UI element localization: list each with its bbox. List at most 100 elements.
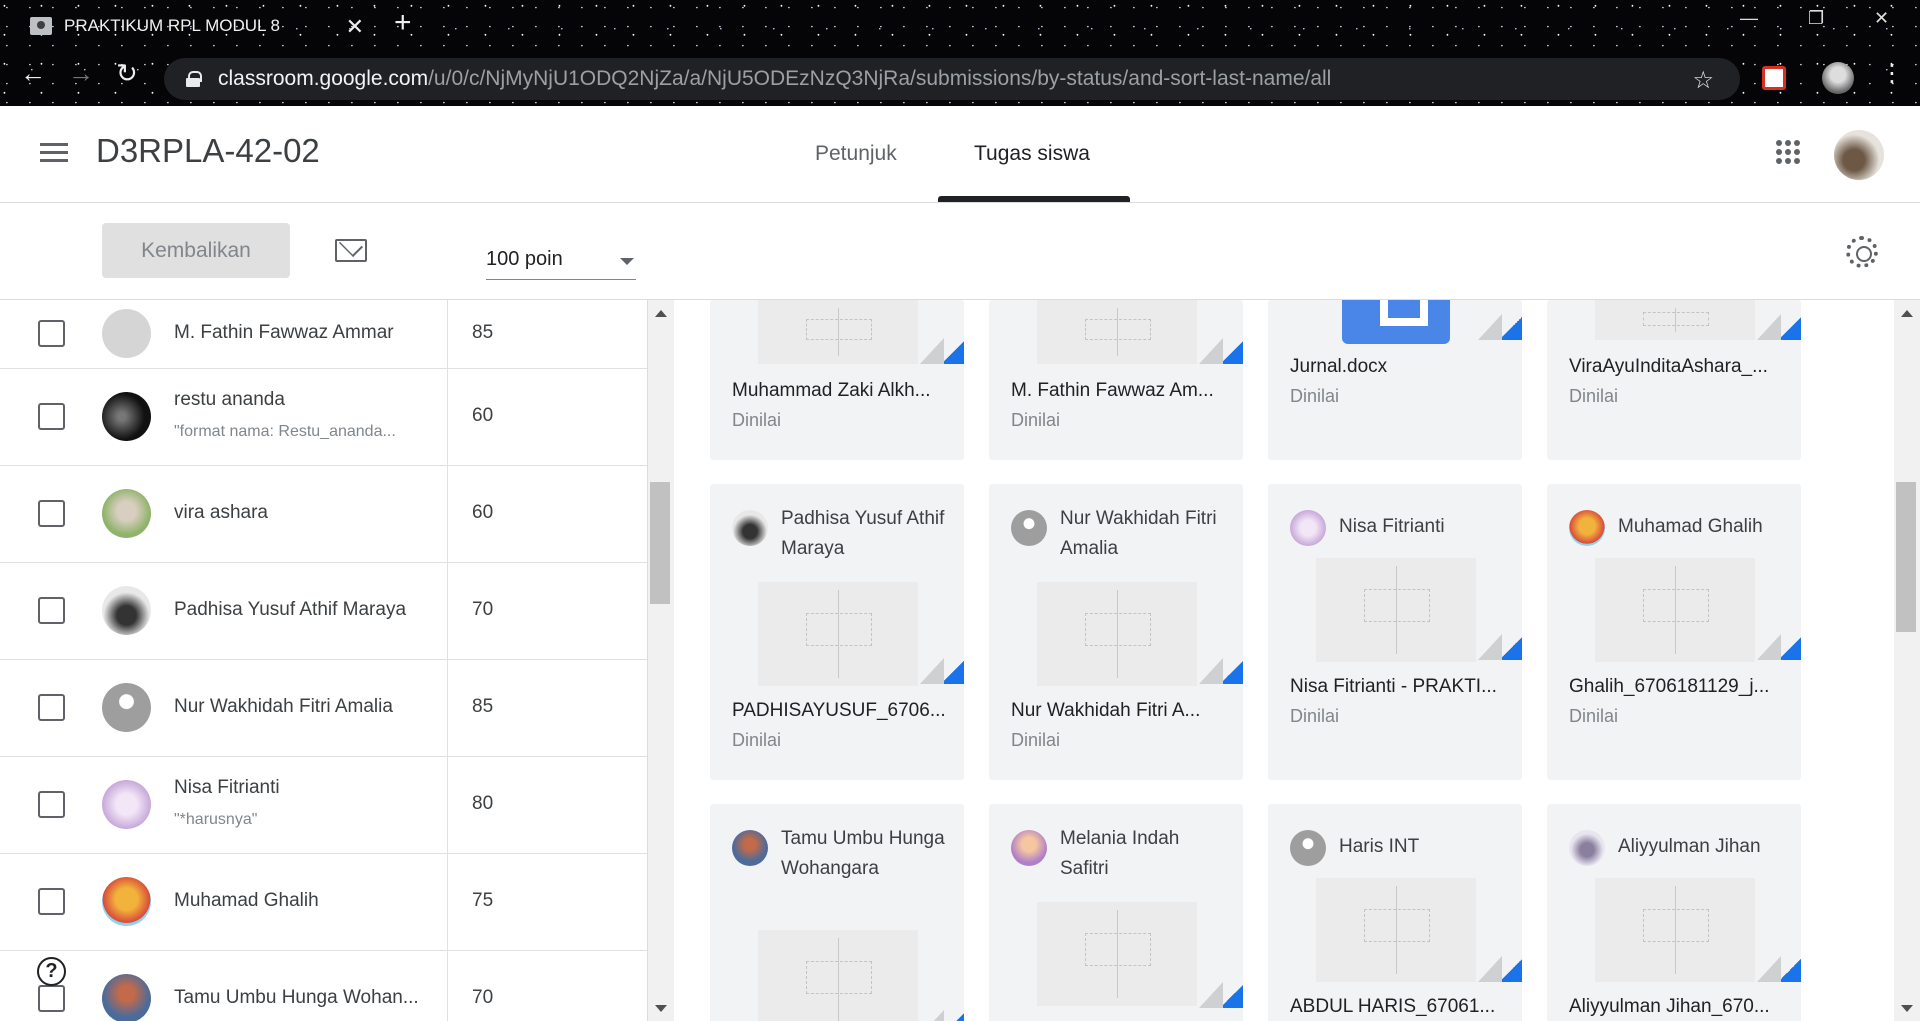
google-apps-icon[interactable]: [1776, 140, 1800, 164]
drive-file-icon: [1478, 634, 1522, 660]
submission-card[interactable]: Nur Wakhidah Fitri Amalia Nur Wakhidah F…: [989, 484, 1243, 780]
student-grade[interactable]: 85: [472, 322, 493, 344]
student-row[interactable]: Nur Wakhidah Fitri Amalia 85: [0, 660, 647, 757]
card-student-name: Padhisa Yusuf Athif Maraya: [781, 508, 945, 559]
tab-petunjuk[interactable]: Petunjuk: [815, 142, 897, 166]
student-avatar: [102, 489, 151, 538]
account-avatar[interactable]: [1834, 130, 1884, 180]
student-grade[interactable]: 60: [472, 502, 493, 524]
student-grade[interactable]: 85: [472, 696, 493, 718]
student-checkbox[interactable]: [38, 791, 65, 818]
grid-scroll-thumb[interactable]: [1896, 482, 1916, 632]
file-name: Muhammad Zaki Alkh...: [732, 380, 931, 401]
drive-file-icon: [1757, 314, 1801, 340]
student-row[interactable]: vira ashara 60: [0, 466, 647, 563]
student-grade[interactable]: 80: [472, 793, 493, 815]
tab-tugas-siswa[interactable]: Tugas siswa: [974, 142, 1090, 166]
student-avatar: [1569, 830, 1605, 866]
return-button[interactable]: Kembalikan: [102, 223, 290, 278]
student-checkbox[interactable]: [38, 320, 65, 347]
tab-close-icon[interactable]: ✕: [346, 14, 364, 40]
forward-arrow-icon[interactable]: →: [68, 60, 94, 86]
new-tab-icon[interactable]: +: [394, 8, 412, 38]
points-select[interactable]: 100 poin: [486, 240, 636, 280]
submission-card[interactable]: ViraAyuInditaAshara_... Dinilai: [1547, 300, 1801, 460]
grid-scrollbar[interactable]: [1894, 300, 1920, 1021]
submission-card[interactable]: Muhammad Zaki Alkh... Dinilai: [710, 300, 964, 460]
submission-card[interactable]: Aliyyulman Jihan Aliyyulman Jihan_670...: [1547, 804, 1801, 1021]
help-icon[interactable]: ?: [37, 957, 66, 986]
drive-file-icon: [920, 658, 964, 684]
submission-status: Dinilai: [1011, 410, 1061, 430]
student-list: M. Fathin Fawwaz Ammar 85 restu ananda "…: [0, 300, 648, 1021]
submission-card[interactable]: Padhisa Yusuf Athif Maraya PADHISAYUSUF_…: [710, 484, 964, 780]
bookmark-star-icon[interactable]: ☆: [1692, 66, 1714, 95]
grid-scroll-down-icon[interactable]: [1901, 1005, 1913, 1012]
submission-card[interactable]: Melania Indah Safitri: [989, 804, 1243, 1021]
back-arrow-icon[interactable]: ←: [20, 60, 46, 86]
dropdown-caret-icon: [620, 258, 634, 265]
submission-card[interactable]: Haris INT ABDUL HARIS_67061...: [1268, 804, 1522, 1021]
extension-icon[interactable]: [1762, 66, 1786, 90]
student-grade[interactable]: 75: [472, 890, 493, 912]
drive-file-icon: [920, 338, 964, 364]
submission-card[interactable]: Nisa Fitrianti Nisa Fitrianti - PRAKTI..…: [1268, 484, 1522, 780]
student-row[interactable]: Tamu Umbu Hunga Wohan... 70: [0, 951, 647, 1021]
browser-tab[interactable]: PRAKTIKUM RPL MODUL 8 ✕: [14, 6, 376, 46]
classroom-favicon-icon: [30, 17, 52, 35]
student-checkbox[interactable]: [38, 985, 65, 1012]
reload-icon[interactable]: ↻: [116, 60, 138, 86]
student-checkbox[interactable]: [38, 403, 65, 430]
points-value: 100 poin: [486, 248, 563, 270]
student-row[interactable]: restu ananda "format nama: Restu_ananda.…: [0, 369, 647, 466]
address-bar[interactable]: classroom.google.com/u/0/c/NjMyNjU1ODQ2N…: [164, 58, 1740, 100]
student-checkbox[interactable]: [38, 597, 65, 624]
submission-card[interactable]: Jurnal.docx Dinilai: [1268, 300, 1522, 460]
student-row[interactable]: Muhamad Ghalih 75: [0, 854, 647, 951]
class-title[interactable]: D3RPLA-42-02: [96, 132, 320, 170]
submission-card[interactable]: Tamu Umbu Hunga Wohangara: [710, 804, 964, 1021]
student-comment: "format nama: Restu_ananda...: [174, 423, 396, 440]
student-checkbox[interactable]: [38, 694, 65, 721]
settings-gear-icon[interactable]: [1846, 236, 1878, 268]
student-name: vira ashara: [174, 502, 268, 523]
scroll-up-icon[interactable]: [655, 310, 667, 317]
restore-icon[interactable]: ❐: [1808, 8, 1824, 29]
student-avatar: [102, 683, 151, 732]
submission-status: Dinilai: [1569, 386, 1619, 406]
submission-card[interactable]: Muhamad Ghalih Ghalih_6706181129_j... Di…: [1547, 484, 1801, 780]
student-grade[interactable]: 60: [472, 405, 493, 427]
student-row[interactable]: Padhisa Yusuf Athif Maraya 70: [0, 563, 647, 660]
student-grade[interactable]: 70: [472, 987, 493, 1009]
window-close-icon[interactable]: ✕: [1874, 8, 1889, 29]
student-avatar: [1290, 830, 1326, 866]
drive-file-icon: [1757, 634, 1801, 660]
grid-scroll-up-icon[interactable]: [1901, 310, 1913, 317]
card-student-name: Nur Wakhidah Fitri Amalia: [1060, 508, 1217, 559]
main-menu-icon[interactable]: [40, 143, 68, 163]
student-checkbox[interactable]: [38, 888, 65, 915]
student-list-scrollbar[interactable]: [648, 300, 674, 1021]
student-list-scroll-thumb[interactable]: [650, 482, 670, 604]
file-thumbnail: [1595, 300, 1755, 340]
browser-menu-icon[interactable]: ⋮: [1880, 62, 1904, 86]
student-name: Muhamad Ghalih: [174, 890, 319, 911]
scroll-down-icon[interactable]: [655, 1005, 667, 1012]
file-name: ViraAyuInditaAshara_...: [1569, 356, 1768, 377]
minimize-icon[interactable]: —: [1740, 8, 1758, 29]
student-grade[interactable]: 70: [472, 599, 493, 621]
student-name: Padhisa Yusuf Athif Maraya: [174, 599, 407, 620]
file-name: Nur Wakhidah Fitri A...: [1011, 700, 1201, 721]
student-name: Nisa Fitrianti: [174, 777, 280, 798]
submission-status: Dinilai: [732, 730, 782, 750]
student-row[interactable]: Nisa Fitrianti "*harusnya" 80: [0, 757, 647, 854]
card-student-name: Nisa Fitrianti: [1339, 516, 1445, 537]
browser-profile-icon[interactable]: [1822, 62, 1854, 94]
student-row[interactable]: M. Fathin Fawwaz Ammar 85: [0, 300, 647, 369]
student-avatar: [102, 309, 151, 358]
email-icon[interactable]: [335, 239, 367, 262]
student-checkbox[interactable]: [38, 500, 65, 527]
file-name: Ghalih_6706181129_j...: [1569, 676, 1770, 697]
submission-card[interactable]: M. Fathin Fawwaz Am... Dinilai: [989, 300, 1243, 460]
file-thumbnail: [1595, 878, 1755, 982]
